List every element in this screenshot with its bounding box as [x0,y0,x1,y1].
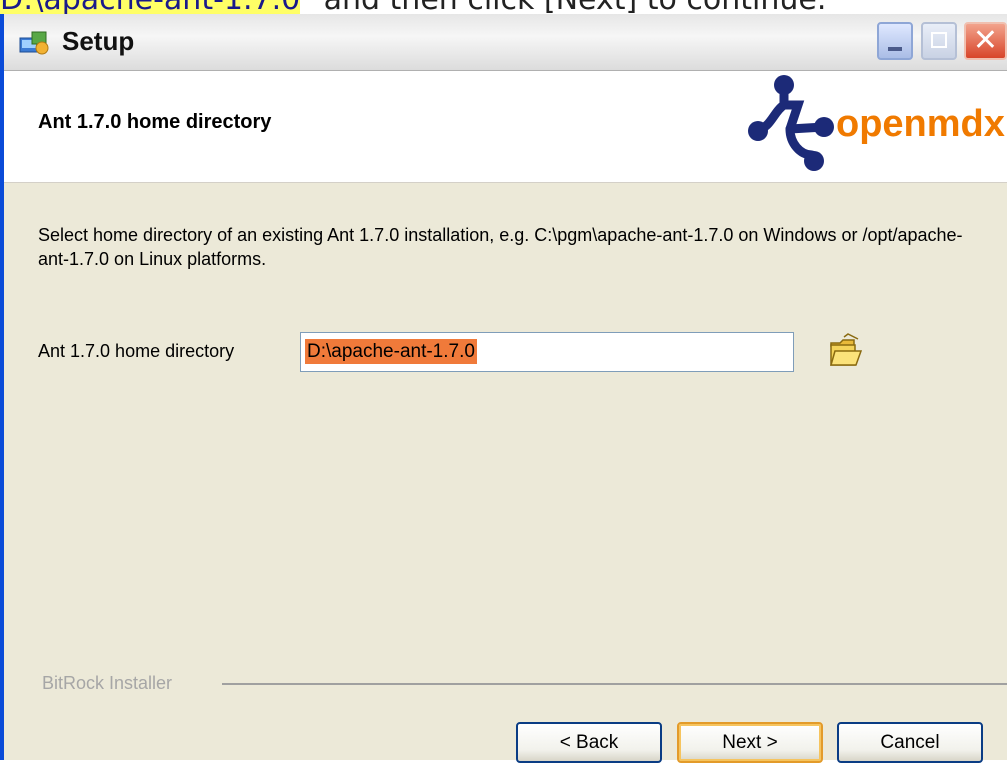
home-directory-label: Ant 1.7.0 home directory [38,341,235,361]
setup-window: Setup ✕ Ant 1.7.0 home directory openmdx [0,14,1007,763]
maximize-icon [931,32,947,48]
folder-open-icon[interactable] [828,333,864,369]
main-content: Select home directory of an existing Ant… [4,183,1007,763]
home-directory-value: D:\apache-ant-1.7.0 [305,339,477,364]
description-text: Select home directory of an existing Ant… [38,225,963,269]
openmdx-logo: openmdx [744,71,1007,181]
home-directory-input[interactable]: D:\apache-ant-1.7.0 [300,332,794,372]
minimize-button[interactable] [877,22,913,60]
back-button[interactable]: < Back [516,722,662,763]
page-header: Ant 1.7.0 home directory openmdx [4,71,1007,183]
installer-brand: BitRock Installer [42,673,173,693]
footer-divider [222,683,1007,685]
maximize-button[interactable] [921,22,957,60]
close-button[interactable]: ✕ [964,22,1007,60]
page-title: Ant 1.7.0 home directory [38,111,272,133]
minimize-icon [888,47,902,51]
close-icon: ✕ [972,23,999,58]
setup-app-icon [19,31,49,55]
openmdx-logo-mark [748,75,834,171]
logo-text: openmdx [836,103,1005,145]
window-title: Setup [62,26,135,56]
title-bar[interactable]: Setup ✕ [4,14,1007,71]
next-button[interactable]: Next > [677,722,823,763]
cancel-button[interactable]: Cancel [837,722,983,763]
